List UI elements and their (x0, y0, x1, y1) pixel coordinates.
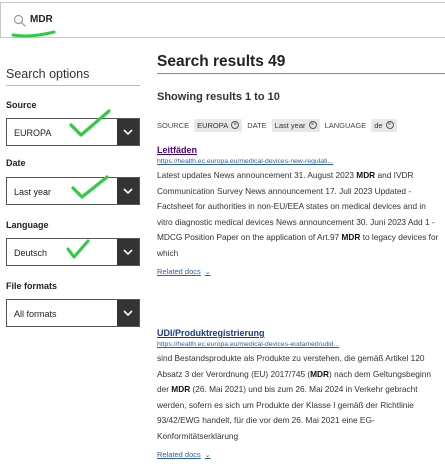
result-title-link[interactable]: UDI/Produktregistrierung (157, 328, 441, 338)
chevron-down-icon (123, 310, 133, 317)
related-docs-link[interactable]: Related docs ⌄ (157, 267, 211, 276)
filter-chip-text: de (374, 120, 383, 130)
source-label: Source (6, 100, 37, 110)
highlight-term: MDR (171, 384, 191, 394)
close-icon[interactable]: × (231, 121, 240, 129)
file-formats-select-value: All formats (14, 309, 57, 319)
date-label: Date (6, 158, 26, 168)
sidebar-divider (6, 85, 140, 86)
date-select-value: Last year (14, 187, 52, 197)
filter-label: DATE (247, 120, 267, 130)
result-url-link[interactable]: https://health.ec.europa.eu/medical-devi… (157, 341, 441, 348)
filter-chip-text: Last year (274, 120, 306, 130)
chevron-down-icon: ⌄ (204, 451, 211, 459)
filter-label: LANGUAGE (324, 120, 367, 130)
green-checkmark-annotation (66, 239, 90, 259)
active-filters: SOURCE EUROPA × DATE Last year × LANGUAGE … (157, 118, 397, 132)
chevron-down-icon (123, 129, 133, 136)
language-select-value: Deutsch (14, 248, 48, 258)
close-icon[interactable]: × (385, 121, 394, 129)
results-count: Showing results 1 to 10 (157, 91, 280, 103)
highlight-term: MDR (356, 170, 376, 180)
search-result: Leitfäden https://health.ec.europa.eu/me… (157, 145, 441, 279)
file-formats-select[interactable]: All formats (6, 299, 140, 327)
filter-label: SOURCE (157, 120, 190, 130)
green-checkmark-annotation (71, 175, 109, 199)
language-label: Language (6, 220, 49, 230)
language-dropdown-toggle[interactable] (117, 239, 139, 265)
results-divider (157, 73, 445, 74)
file-formats-dropdown-toggle[interactable] (117, 300, 139, 326)
search-bar[interactable]: MDR (0, 2, 445, 38)
close-icon[interactable]: × (308, 121, 317, 129)
highlight-term: MDR (341, 232, 361, 242)
related-docs-label: Related docs (157, 450, 201, 459)
search-result: UDI/Produktregistrierung https://health.… (157, 328, 441, 462)
related-docs-label: Related docs (157, 267, 201, 276)
chevron-down-icon: ⌄ (204, 268, 211, 276)
date-dropdown-toggle[interactable] (117, 178, 139, 204)
chevron-down-icon (123, 249, 133, 256)
search-options-title: Search options (6, 67, 90, 81)
green-checkmark-annotation (69, 109, 111, 137)
highlight-term: MDR (310, 368, 330, 379)
source-dropdown-toggle[interactable] (117, 119, 139, 145)
result-url-link[interactable]: https://health.ec.europa.eu/medical-devi… (157, 158, 441, 165)
file-formats-label: File formats (6, 281, 58, 291)
result-snippet: Latest updates News announcement 31. Aug… (157, 170, 439, 258)
green-underline-annotation (11, 30, 56, 38)
search-input[interactable]: MDR (30, 14, 53, 25)
result-title-link[interactable]: Leitfäden (157, 145, 441, 155)
filter-chip-date[interactable]: Last year × (271, 118, 320, 132)
chevron-down-icon (123, 188, 133, 195)
source-select-value: EUROPA (14, 128, 52, 138)
related-docs-link[interactable]: Related docs ⌄ (157, 450, 211, 459)
filter-chip-source[interactable]: EUROPA × (194, 118, 243, 132)
result-snippet: sind Bestandsprodukte als Produkte zu ve… (157, 353, 431, 441)
filter-chip-language[interactable]: de × (371, 118, 397, 132)
results-title: Search results 49 (157, 53, 286, 70)
filter-chip-text: EUROPA (197, 120, 229, 130)
